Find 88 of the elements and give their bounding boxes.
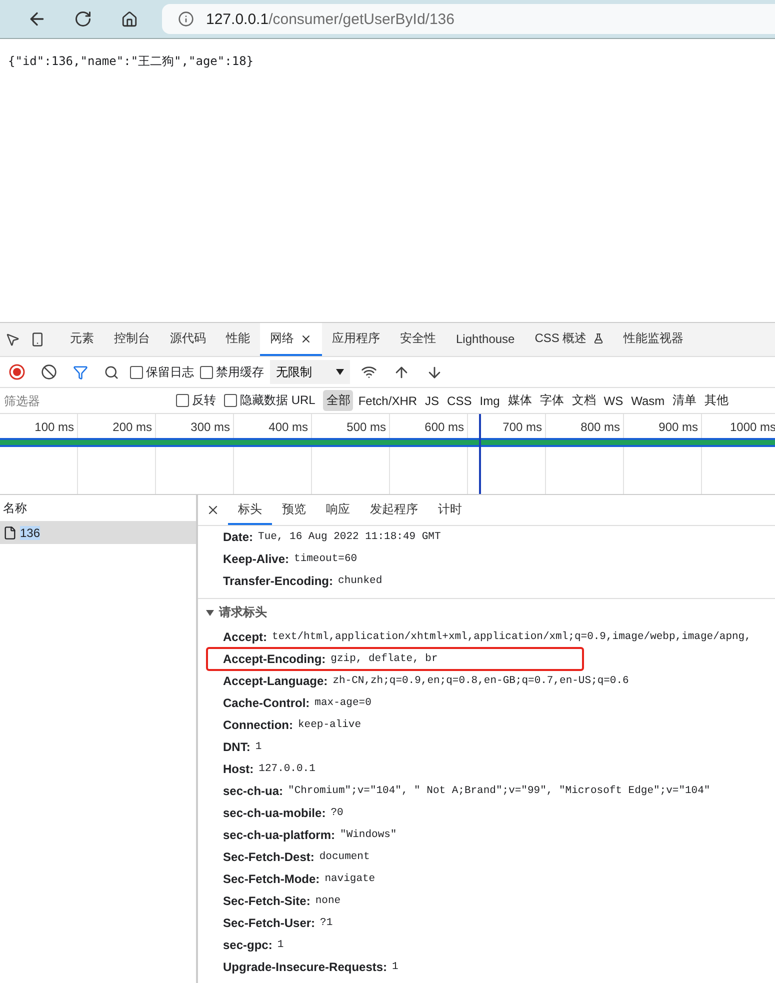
header-name: sec-gpc:	[223, 938, 272, 952]
header-value: text/html,application/xhtml+xml,application/xml;q=0.9,image/webp,image/apng,	[272, 631, 751, 643]
checkbox[interactable]: 保留日志	[130, 364, 194, 380]
time-tick: 800 ms	[580, 420, 620, 434]
header-value: 1	[255, 741, 262, 753]
type-filter[interactable]: 媒体	[504, 390, 535, 411]
time-tick: 600 ms	[424, 420, 464, 434]
type-filter[interactable]: CSS	[444, 390, 475, 411]
devtools-tab[interactable]: CSS 概述	[524, 323, 614, 356]
devtools-tab[interactable]: 应用程序	[322, 323, 390, 356]
address-bar[interactable]: 127.0.0.1/consumer/getUserById/136	[162, 4, 775, 34]
close-icon[interactable]	[300, 332, 312, 344]
checkbox[interactable]: 禁用缓存	[200, 364, 264, 380]
type-filter[interactable]: WS	[600, 390, 626, 411]
time-tick: 400 ms	[268, 420, 308, 434]
type-filter[interactable]: JS	[422, 390, 442, 411]
header-value: chunked	[338, 575, 382, 587]
header-name: sec-ch-ua:	[223, 784, 284, 798]
time-tick: 100 ms	[34, 420, 74, 434]
time-tick: 500 ms	[346, 420, 386, 434]
detail-tab[interactable]: 发起程序	[360, 495, 428, 525]
time-tick: 200 ms	[112, 420, 152, 434]
header-value: "Windows"	[340, 829, 397, 841]
header-name: Host:	[223, 762, 254, 776]
header-value: gzip, deflate, br	[330, 653, 438, 665]
header-value: keep-alive	[298, 719, 362, 731]
header-value: document	[319, 851, 370, 863]
header-name: Transfer-Encoding:	[223, 574, 334, 588]
document-icon	[3, 526, 17, 540]
checkbox[interactable]: 隐藏数据 URL	[224, 392, 316, 409]
header-name: Cache-Control:	[223, 696, 310, 710]
type-filter[interactable]: 全部	[323, 390, 354, 411]
header-name: DNT:	[223, 740, 250, 754]
devtools-tab[interactable]: Lighthouse	[446, 323, 525, 356]
detail-tab[interactable]: 计时	[428, 495, 472, 525]
header-name: sec-ch-ua-mobile:	[223, 806, 326, 820]
header-value: Tue, 16 Aug 2022 11:18:49 GMT	[258, 531, 441, 543]
info-icon	[178, 11, 194, 27]
type-filter[interactable]: 字体	[536, 390, 567, 411]
header-name: Sec-Fetch-Mode:	[223, 872, 320, 886]
time-tick: 300 ms	[190, 420, 230, 434]
header-name: Accept-Encoding:	[223, 652, 326, 666]
time-tick: 700 ms	[502, 420, 542, 434]
type-filter[interactable]: 文档	[568, 390, 599, 411]
header-name: sec-ch-ua-platform:	[223, 828, 336, 842]
header-name: Upgrade-Insecure-Requests:	[223, 960, 388, 974]
devtools-tab[interactable]: 源代码	[160, 323, 216, 356]
header-value: "Chromium";v="104", " Not A;Brand";v="99", "Microsoft Edge";v="104"	[288, 785, 710, 797]
type-filter[interactable]: 其他	[702, 390, 732, 411]
header-name: Accept-Language:	[223, 674, 328, 688]
throttle-dropdown[interactable]: 无限制	[270, 360, 350, 384]
time-tick: 900 ms	[658, 420, 698, 434]
reload-icon[interactable]	[74, 10, 92, 28]
type-filter[interactable]: Wasm	[628, 390, 668, 411]
header-name: Sec-Fetch-Dest:	[223, 850, 314, 864]
header-value: timeout=60	[294, 553, 358, 565]
header-value: zh-CN,zh;q=0.9,en;q=0.8,en-GB;q=0.7,en-US;q=0.6	[332, 675, 629, 687]
header-value: max-age=0	[314, 697, 372, 709]
detail-tab[interactable]: 预览	[272, 495, 316, 525]
type-filter[interactable]: 清单	[670, 390, 700, 411]
header-value: none	[315, 895, 341, 907]
header-name: Sec-Fetch-Site:	[223, 894, 310, 908]
header-value: ?1	[320, 917, 333, 929]
type-filter[interactable]: Fetch/XHR	[355, 390, 420, 411]
devtools-tab[interactable]: 安全性	[390, 323, 446, 356]
devtools-tab[interactable]: 性能	[216, 323, 260, 356]
header-value: navigate	[324, 873, 376, 885]
header-name: Keep-Alive:	[223, 552, 290, 566]
request-row[interactable]: 136	[0, 522, 196, 544]
devtools-tab[interactable]: 网络	[260, 323, 322, 356]
header-value: 1	[392, 961, 398, 973]
header-name: Accept:	[223, 630, 268, 644]
header-name: Sec-Fetch-User:	[223, 916, 316, 930]
checkbox[interactable]: 反转	[176, 392, 216, 409]
header-value: 1	[277, 939, 284, 951]
detail-tab[interactable]: 响应	[316, 495, 360, 525]
type-filter[interactable]: Img	[476, 390, 503, 411]
column-header: 名称	[3, 500, 27, 516]
home-icon[interactable]	[120, 10, 138, 28]
devtools-tab[interactable]: 性能监视器	[614, 323, 694, 356]
header-value: ?0	[330, 807, 344, 819]
header-name: Date:	[223, 530, 254, 544]
devtools-tab[interactable]: 元素	[60, 323, 104, 356]
header-name: Connection:	[223, 718, 293, 732]
header-value: 127.0.0.1	[258, 763, 316, 775]
devtools-tab[interactable]: 控制台	[104, 323, 160, 356]
url-text: 127.0.0.1/consumer/getUserById/136	[206, 10, 454, 28]
json-text: {"id":136,"name":"王二狗","age":18}	[8, 54, 254, 68]
